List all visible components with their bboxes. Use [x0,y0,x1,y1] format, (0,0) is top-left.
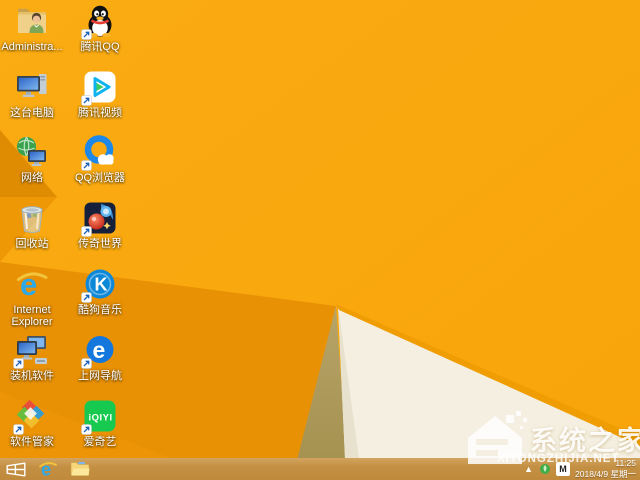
qq-browser-icon [81,135,117,171]
icon-label: 腾讯视频 [78,107,122,119]
administrator-folder-icon [15,4,49,38]
iqiyi-icon: iQIYI [81,399,117,435]
desktop-icon-qq-browser[interactable]: QQ浏览器 [67,135,133,184]
shortcut-arrow-icon [81,424,92,435]
shortcut-arrow-icon [81,160,92,171]
system-tray: ▲ M 11:25 2018/4/9 星期一 [523,458,640,480]
windows-logo-icon [6,462,26,476]
internet-explorer-icon: e [39,460,57,479]
taskbar-clock[interactable]: 11:25 2018/4/9 星期一 [575,458,636,479]
desktop-icon-software-manager[interactable]: 软件管家 [0,399,65,448]
desktop-icon-tencent-qq[interactable]: 腾讯QQ [67,4,133,53]
icon-label: 回收站 [15,238,49,250]
desktop-icon-this-pc[interactable]: 这台电脑 [0,70,65,119]
shortcut-arrow-icon [81,292,92,303]
shortcut-arrow-icon [81,358,92,369]
svg-text:e: e [93,337,106,363]
clock-time: 11:25 [615,458,636,469]
icon-label: 装机软件 [10,370,54,382]
desktop-icon-iqiyi[interactable]: iQIYI 爱奇艺 [67,399,133,448]
shortcut-arrow-icon [13,424,24,435]
svg-text:iQIYI: iQIYI [89,413,113,424]
kugou-music-icon: K [81,267,117,303]
tray-green-app-icon[interactable] [539,463,551,475]
icon-label: 软件管家 [10,436,54,448]
icon-label: Internet Explorer [11,304,53,329]
network-icon [15,135,49,169]
icon-label: 腾讯QQ [80,41,120,53]
icon-label: 网络 [21,172,43,184]
svg-text:e: e [20,267,37,301]
tencent-video-icon [81,70,117,106]
desktop-icon-kugou-music[interactable]: K 酷狗音乐 [67,267,133,316]
desktop-icon-tencent-video[interactable]: 腾讯视频 [67,70,133,119]
web-navigation-icon: e [81,333,117,369]
windows-desktop: Administra... 这台电脑 网络 回收站 e Internet Exp… [0,0,640,480]
icon-label: 爱奇艺 [83,436,117,448]
icon-label: 传奇世界 [78,238,122,250]
recycle-bin-icon [15,201,49,235]
icon-label: 酷狗音乐 [78,304,122,316]
software-manager-icon [13,399,49,435]
file-explorer-icon [70,462,90,476]
desktop-icon-administrator[interactable]: Administra... [0,4,65,53]
internet-explorer-icon: e [15,267,49,301]
taskbar-internet-explorer-button[interactable]: e [32,458,64,480]
taskbar-file-explorer-button[interactable] [64,458,96,480]
legend-world-game-icon [81,201,117,237]
icon-label: QQ浏览器 [74,172,126,184]
show-hidden-icons-button[interactable]: ▲ [523,464,534,474]
tencent-qq-icon [81,4,117,40]
icon-label: 上网导航 [78,370,122,382]
desktop-icon-legend-world-game[interactable]: 传奇世界 [67,201,133,250]
svg-text:K: K [95,275,108,295]
shortcut-arrow-icon [81,95,92,106]
desktop-icon-pc-setup-software[interactable]: 装机软件 [0,333,65,382]
icon-label: 这台电脑 [10,107,54,119]
icon-label: Administra... [1,41,63,53]
clock-date: 2018/4/9 星期一 [575,469,636,479]
desktop-icon-network[interactable]: 网络 [0,135,65,184]
desktop-icon-web-navigation[interactable]: e 上网导航 [67,333,133,382]
shortcut-arrow-icon [81,226,92,237]
this-pc-icon [15,70,49,104]
pc-setup-software-icon [13,333,49,369]
shortcut-arrow-icon [13,358,24,369]
start-button[interactable] [0,458,32,480]
taskbar: e ▲ M 11:25 2018/4/9 星期一 [0,458,640,480]
desktop-icon-internet-explorer[interactable]: e Internet Explorer [0,267,65,329]
input-method-indicator[interactable]: M [556,462,571,476]
desktop-icon-recycle-bin[interactable]: 回收站 [0,201,65,250]
shortcut-arrow-icon [81,29,92,40]
